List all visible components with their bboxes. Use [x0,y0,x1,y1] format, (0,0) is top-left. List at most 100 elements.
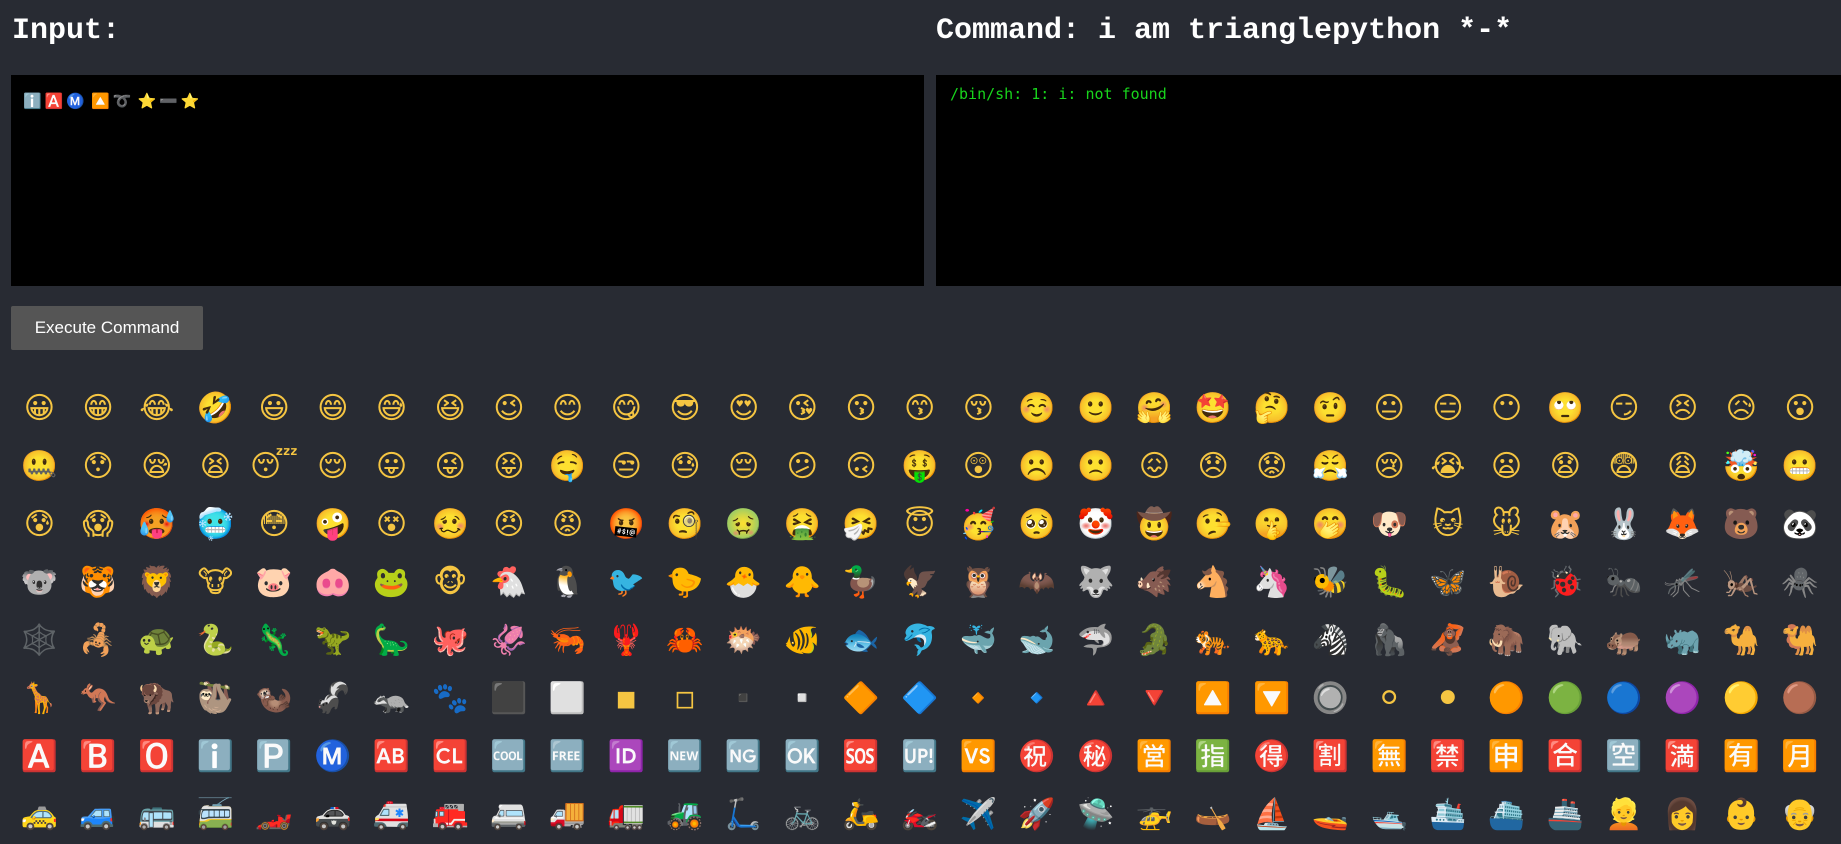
emoji-button[interactable]: 😗 [832,380,891,438]
emoji-button[interactable]: ▫️ [773,670,832,728]
emoji-button[interactable]: 🐍 [186,612,245,670]
emoji-button[interactable]: ☹️ [1008,438,1067,496]
emoji-button[interactable]: 🆖 [714,728,773,786]
emoji-button[interactable]: 🦕 [362,612,421,670]
emoji-button[interactable]: 🦍 [1360,612,1419,670]
emoji-button[interactable]: 🦀 [656,612,715,670]
emoji-button[interactable]: 🥵 [127,496,186,554]
emoji-button[interactable]: 🐡 [714,612,773,670]
emoji-button[interactable]: 🚤 [1301,786,1360,844]
emoji-button[interactable]: 🈴 [1536,728,1595,786]
emoji-button[interactable]: 😓 [656,438,715,496]
emoji-button[interactable]: 🦬 [127,670,186,728]
emoji-button[interactable]: 😪 [127,438,186,496]
emoji-button[interactable]: 🦡 [362,670,421,728]
emoji-button[interactable]: 😦 [1477,438,1536,496]
emoji-button[interactable]: 😡 [538,496,597,554]
emoji-button[interactable]: 🟡 [1712,670,1771,728]
emoji-button[interactable]: 😫 [186,438,245,496]
emoji-button[interactable]: 🈷️ [1771,728,1830,786]
emoji-button[interactable]: 🦛 [1595,612,1654,670]
emoji-button[interactable]: 🐢 [127,612,186,670]
emoji-button[interactable]: 🦄 [1242,554,1301,612]
emoji-button[interactable]: 🦞 [597,612,656,670]
emoji-button[interactable]: 🐞 [1536,554,1595,612]
emoji-button[interactable]: 🐱 [1419,496,1478,554]
emoji-button[interactable]: 🐧 [538,554,597,612]
emoji-button[interactable]: 👱 [1595,786,1654,844]
emoji-button[interactable]: 🔹 [1008,670,1067,728]
emoji-button[interactable]: 😝 [480,438,539,496]
emoji-button[interactable]: 🟤 [1771,670,1830,728]
emoji-button[interactable]: 😐 [1360,380,1419,438]
emoji-button[interactable]: 🐳 [949,612,1008,670]
emoji-button[interactable]: 🈸 [1477,728,1536,786]
emoji-button[interactable]: ⛴️ [1477,786,1536,844]
emoji-button[interactable]: 😣 [1653,380,1712,438]
emoji-button[interactable]: 🤑 [890,438,949,496]
emoji-button[interactable]: 🛶 [1184,786,1243,844]
emoji-button[interactable]: 😃 [245,380,304,438]
emoji-button[interactable]: 🏎️ [245,786,304,844]
emoji-button[interactable]: 😌 [303,438,362,496]
emoji-button[interactable]: 🈵 [1653,728,1712,786]
emoji-button[interactable]: 🦊 [1653,496,1712,554]
emoji-button[interactable]: ▪️ [714,670,773,728]
emoji-button[interactable]: 🅿️ [245,728,304,786]
emoji-button[interactable]: 🉐 [1242,728,1301,786]
emoji-button[interactable]: 🥳 [949,496,1008,554]
emoji-button[interactable]: 🦅 [890,554,949,612]
emoji-button[interactable]: 😟 [1242,438,1301,496]
emoji-button[interactable]: 🦟 [1653,554,1712,612]
emoji-button[interactable]: 🆕 [656,728,715,786]
emoji-button[interactable]: 🐯 [69,554,128,612]
emoji-button[interactable]: 🐼 [1771,496,1830,554]
emoji-button[interactable]: ◾ [597,670,656,728]
emoji-button[interactable]: 🛸 [1066,786,1125,844]
execute-command-button[interactable]: Execute Command [11,306,203,350]
emoji-button[interactable]: 🅾️ [127,728,186,786]
emoji-button[interactable]: 🐬 [890,612,949,670]
emoji-button[interactable]: 🤥 [1184,496,1243,554]
emoji-button[interactable]: 🐺 [1066,554,1125,612]
emoji-button[interactable]: 🐣 [714,554,773,612]
emoji-button[interactable]: 🤐 [10,438,69,496]
emoji-button[interactable]: 😠 [480,496,539,554]
emoji-button[interactable]: 🐪 [1712,612,1771,670]
emoji-button[interactable]: 👴 [1771,786,1830,844]
emoji-button[interactable]: 🔻 [1125,670,1184,728]
emoji-button[interactable]: 😁 [69,380,128,438]
emoji-button[interactable]: 🐰 [1595,496,1654,554]
emoji-button[interactable]: 🤡 [1066,496,1125,554]
emoji-button[interactable]: 🚛 [597,786,656,844]
emoji-button[interactable]: 🚒 [421,786,480,844]
emoji-button[interactable]: 😄 [303,380,362,438]
emoji-button[interactable]: 👩 [1653,786,1712,844]
emoji-button[interactable]: 🟠 [1477,670,1536,728]
emoji-button[interactable]: 🤗 [1125,380,1184,438]
emoji-button[interactable]: 🙂 [1066,380,1125,438]
emoji-button[interactable]: 🦂 [69,612,128,670]
emoji-button[interactable]: 🆎 [362,728,421,786]
emoji-button[interactable]: 🐤 [656,554,715,612]
emoji-button[interactable]: 👶 [1712,786,1771,844]
emoji-button[interactable]: 😲 [949,438,1008,496]
emoji-button[interactable]: 🕸️ [10,612,69,670]
emoji-button[interactable]: 🐘 [1536,612,1595,670]
emoji-button[interactable]: 😉 [480,380,539,438]
emoji-button[interactable]: 🦒 [10,670,69,728]
emoji-button[interactable]: 🥺 [1008,496,1067,554]
emoji-button[interactable]: 🐾 [421,670,480,728]
emoji-button[interactable]: 😯 [69,438,128,496]
emoji-button[interactable]: 😜 [421,438,480,496]
emoji-button[interactable]: 🆑 [421,728,480,786]
emoji-button[interactable]: 🤧 [832,496,891,554]
emoji-button[interactable]: 😆 [421,380,480,438]
emoji-button[interactable]: 🟢 [1536,670,1595,728]
emoji-button[interactable]: 🤩 [1184,380,1243,438]
emoji-button[interactable]: 🚚 [538,786,597,844]
emoji-button[interactable]: 🆔 [597,728,656,786]
emoji-button[interactable]: 😎 [656,380,715,438]
emoji-button[interactable]: 🚓 [303,786,362,844]
emoji-button[interactable]: 🐛 [1360,554,1419,612]
